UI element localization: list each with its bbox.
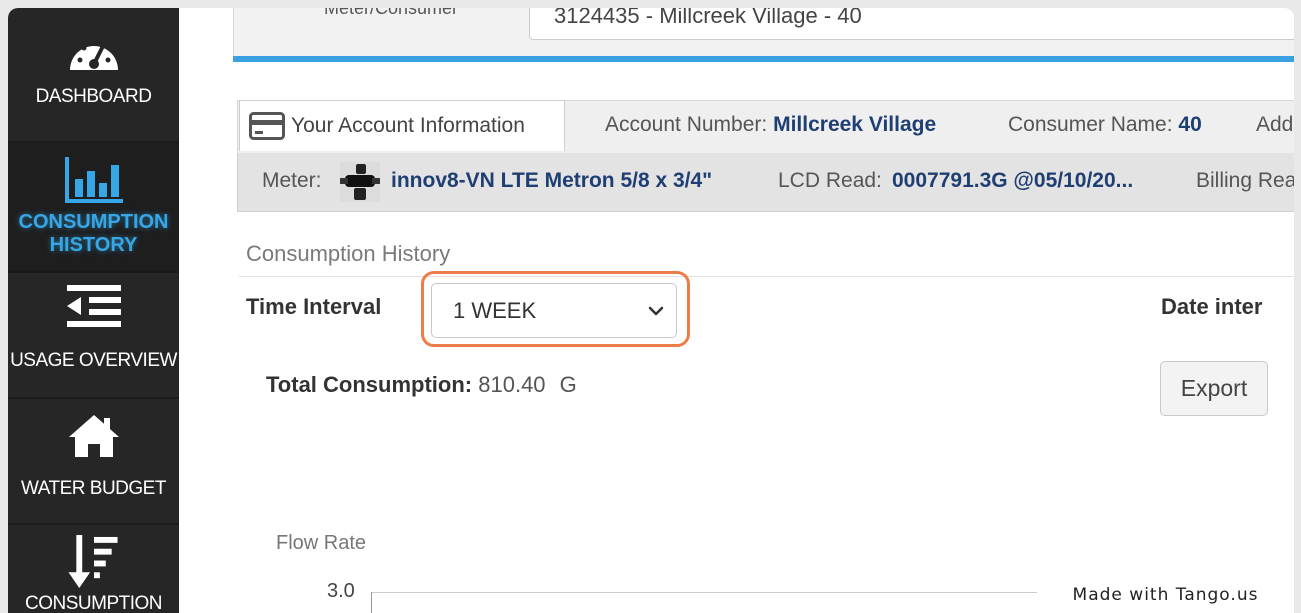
chart-y-axis xyxy=(371,592,372,613)
total-consumption: Total Consumption: 810.40 G xyxy=(266,372,577,398)
sidebar-item-consumption-history[interactable]: CONSUMPTION HISTORY xyxy=(8,141,179,273)
tab-account-information[interactable]: Your Account Information xyxy=(239,100,565,151)
time-interval-value: 1 WEEK xyxy=(453,297,537,323)
total-consumption-label: Total Consumption: xyxy=(266,372,473,397)
sidebar: DASHBOARD CONSUMPTION HISTORY USAGE OVER… xyxy=(8,8,179,613)
tab-label: Your Account Information xyxy=(291,114,525,137)
accent-bar xyxy=(233,56,1294,62)
billing-read-label: Billing Rea xyxy=(1196,169,1294,192)
total-consumption-unit: G xyxy=(559,372,577,397)
sidebar-item-label: DASHBOARD xyxy=(35,86,152,107)
lcd-read-value: 0007791.3G @05/10/20... xyxy=(892,169,1134,192)
time-interval-label: Time Interval xyxy=(246,294,382,319)
account-number: Account Number: Millcreek Village xyxy=(605,113,937,136)
sidebar-item-usage-overview[interactable]: USAGE OVERVIEW xyxy=(8,271,179,399)
bar-chart-icon xyxy=(64,157,123,203)
meter-consumer-bar: Meter/Consumer 3124435 - Millcreek Villa… xyxy=(233,8,1294,56)
credit-card-icon xyxy=(249,112,285,140)
app-window: DASHBOARD CONSUMPTION HISTORY USAGE OVER… xyxy=(8,8,1294,613)
sidebar-item-label: CONSUMPTION HISTORY xyxy=(18,211,169,256)
consumer-name-value: 40 xyxy=(1178,113,1202,136)
list-indent-icon xyxy=(66,285,121,327)
section-title: Consumption History xyxy=(246,241,451,266)
sidebar-item-dashboard[interactable]: DASHBOARD xyxy=(8,8,179,141)
sidebar-item-water-budget[interactable]: WATER BUDGET xyxy=(8,397,179,525)
sidebar-item-label: WATER BUDGET xyxy=(21,478,166,499)
lcd-read-label: LCD Read: xyxy=(778,169,882,192)
address-label: Add xyxy=(1256,113,1294,136)
meter-consumer-select[interactable]: 3124435 - Millcreek Village - 40 xyxy=(529,8,1294,40)
consumer-name: Consumer Name: 40 xyxy=(1008,113,1202,136)
sidebar-item-consumption[interactable]: CONSUMPTION xyxy=(8,523,179,613)
export-button[interactable]: Export xyxy=(1160,361,1268,416)
section-divider xyxy=(239,276,1294,277)
meter-info-bar: Meter: innov8-VN LTE Metron 5/8 x 3/4" L… xyxy=(237,153,1294,212)
meter-consumer-label: Meter/Consumer xyxy=(324,8,459,18)
main-content: Meter/Consumer 3124435 - Millcreek Villa… xyxy=(179,8,1294,613)
account-info-bar: Your Account Information Account Number:… xyxy=(237,100,1294,154)
gauge-icon xyxy=(69,40,118,70)
tango-watermark: Made with Tango.us xyxy=(1037,576,1294,613)
total-consumption-value: 810.40 xyxy=(478,372,546,397)
sort-down-icon xyxy=(67,535,118,588)
chevron-down-icon xyxy=(648,306,664,315)
account-number-value: Millcreek Village xyxy=(773,113,937,136)
y-axis-tick-label: 3.0 xyxy=(327,580,355,602)
sidebar-item-label: CONSUMPTION xyxy=(25,593,163,613)
time-interval-select[interactable]: 1 WEEK xyxy=(431,283,677,338)
sidebar-item-label: USAGE OVERVIEW xyxy=(10,350,177,371)
flow-rate-axis-label: Flow Rate xyxy=(276,532,367,554)
meter-model-value[interactable]: innov8-VN LTE Metron 5/8 x 3/4" xyxy=(391,169,712,193)
home-icon xyxy=(68,415,119,457)
meter-label: Meter: xyxy=(262,169,322,192)
meter-device-icon xyxy=(340,162,380,202)
date-interval-label: Date inter xyxy=(1161,294,1263,319)
